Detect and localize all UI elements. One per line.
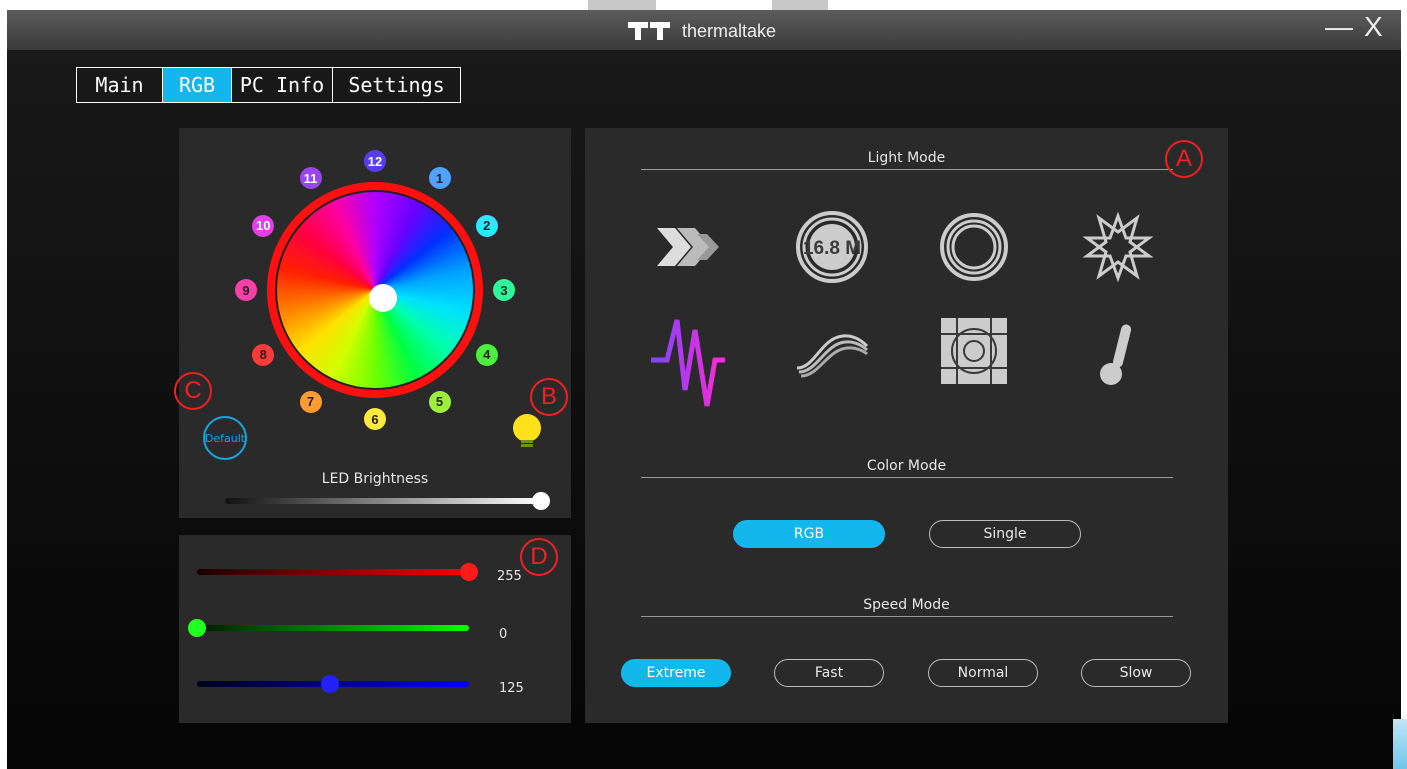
title-bar[interactable]: thermaltake — X bbox=[7, 10, 1401, 50]
led-10-button[interactable]: 10 bbox=[252, 214, 275, 237]
speed-fast-button[interactable]: Fast bbox=[774, 659, 884, 687]
blue-value: 125 bbox=[499, 681, 524, 696]
speed-normal-button[interactable]: Normal bbox=[928, 659, 1038, 687]
led-7-button[interactable]: 7 bbox=[299, 390, 322, 413]
flow-chevrons-icon[interactable] bbox=[651, 210, 725, 284]
brand-name: thermaltake bbox=[682, 20, 777, 41]
color-wheel-ring bbox=[267, 182, 483, 398]
corner-decoration bbox=[1393, 719, 1407, 769]
speed-slow-button[interactable]: Slow bbox=[1081, 659, 1191, 687]
led-2-button[interactable]: 2 bbox=[475, 214, 498, 237]
rgb-sliders-panel: 255 0 125 bbox=[179, 535, 571, 723]
pulse-wave-icon[interactable] bbox=[651, 310, 725, 410]
tab-main[interactable]: Main bbox=[76, 67, 163, 103]
color-mode-rgb-button[interactable]: RGB bbox=[733, 520, 885, 548]
minimize-button[interactable]: — bbox=[1325, 12, 1353, 42]
led-wheel-panel: 12 1 2 3 4 5 6 7 8 9 10 11 Default LED Brightness bbox=[179, 128, 571, 518]
bulb-icon[interactable] bbox=[510, 412, 544, 452]
ring-icon[interactable] bbox=[937, 210, 1011, 284]
annotation-d: D bbox=[520, 538, 558, 576]
tab-settings[interactable]: Settings bbox=[332, 67, 461, 103]
led-4-button[interactable]: 4 bbox=[475, 343, 498, 366]
brightness-slider[interactable] bbox=[225, 498, 541, 504]
annotation-b: B bbox=[530, 378, 568, 416]
wave-icon[interactable] bbox=[795, 318, 869, 392]
speed-mode-label: Speed Mode bbox=[863, 597, 950, 613]
tab-bar: Main RGB PC Info Settings bbox=[76, 67, 461, 103]
top-strip bbox=[588, 0, 828, 10]
tab-rgb[interactable]: RGB bbox=[162, 67, 232, 103]
light-mode-label: Light Mode bbox=[867, 150, 946, 166]
green-slider-knob[interactable] bbox=[188, 619, 206, 637]
star-icon[interactable] bbox=[1081, 210, 1155, 284]
led-12-button[interactable]: 12 bbox=[364, 150, 386, 172]
mode-panel: Light Mode 16.8 M Color Mode RGB Single … bbox=[585, 128, 1228, 723]
brightness-slider-knob[interactable] bbox=[532, 492, 550, 510]
speed-extreme-button[interactable]: Extreme bbox=[621, 659, 731, 687]
red-value: 255 bbox=[497, 569, 522, 584]
thermaltake-logo-icon bbox=[628, 22, 670, 40]
close-button[interactable]: X bbox=[1364, 12, 1383, 42]
color-wheel[interactable] bbox=[275, 190, 475, 390]
brightness-label: LED Brightness bbox=[321, 471, 429, 487]
brand: thermaltake bbox=[626, 19, 776, 43]
green-slider[interactable] bbox=[197, 625, 469, 631]
light-mode-divider bbox=[641, 169, 1173, 170]
color-mode-label: Color Mode bbox=[866, 458, 947, 474]
spectrum-icon-text: 16.8 M bbox=[803, 238, 861, 259]
thermometer-icon[interactable] bbox=[1081, 316, 1155, 390]
red-slider[interactable] bbox=[197, 569, 469, 575]
speed-mode-divider bbox=[641, 616, 1173, 617]
led-9-button[interactable]: 9 bbox=[235, 279, 257, 301]
led-6-button[interactable]: 6 bbox=[364, 408, 386, 430]
blue-slider-knob[interactable] bbox=[321, 675, 340, 693]
default-button[interactable]: Default bbox=[203, 416, 247, 460]
red-slider-knob[interactable] bbox=[460, 563, 478, 581]
led-3-button[interactable]: 3 bbox=[493, 279, 515, 301]
led-1-button[interactable]: 1 bbox=[428, 167, 451, 190]
target-grid-icon[interactable] bbox=[937, 314, 1011, 388]
app-window: thermaltake — X Main RGB PC Info Setting… bbox=[7, 10, 1401, 769]
green-value: 0 bbox=[499, 627, 508, 642]
led-5-button[interactable]: 5 bbox=[428, 390, 451, 413]
color-mode-single-button[interactable]: Single bbox=[929, 520, 1081, 548]
tab-pc-info[interactable]: PC Info bbox=[231, 67, 333, 103]
led-11-button[interactable]: 11 bbox=[299, 167, 322, 190]
color-wheel-selector[interactable] bbox=[369, 284, 397, 312]
annotation-c: C bbox=[174, 372, 212, 410]
led-8-button[interactable]: 8 bbox=[252, 343, 275, 366]
annotation-a: A bbox=[1165, 140, 1203, 178]
color-spectrum-icon[interactable]: 16.8 M bbox=[795, 210, 869, 284]
color-mode-divider bbox=[641, 477, 1173, 478]
